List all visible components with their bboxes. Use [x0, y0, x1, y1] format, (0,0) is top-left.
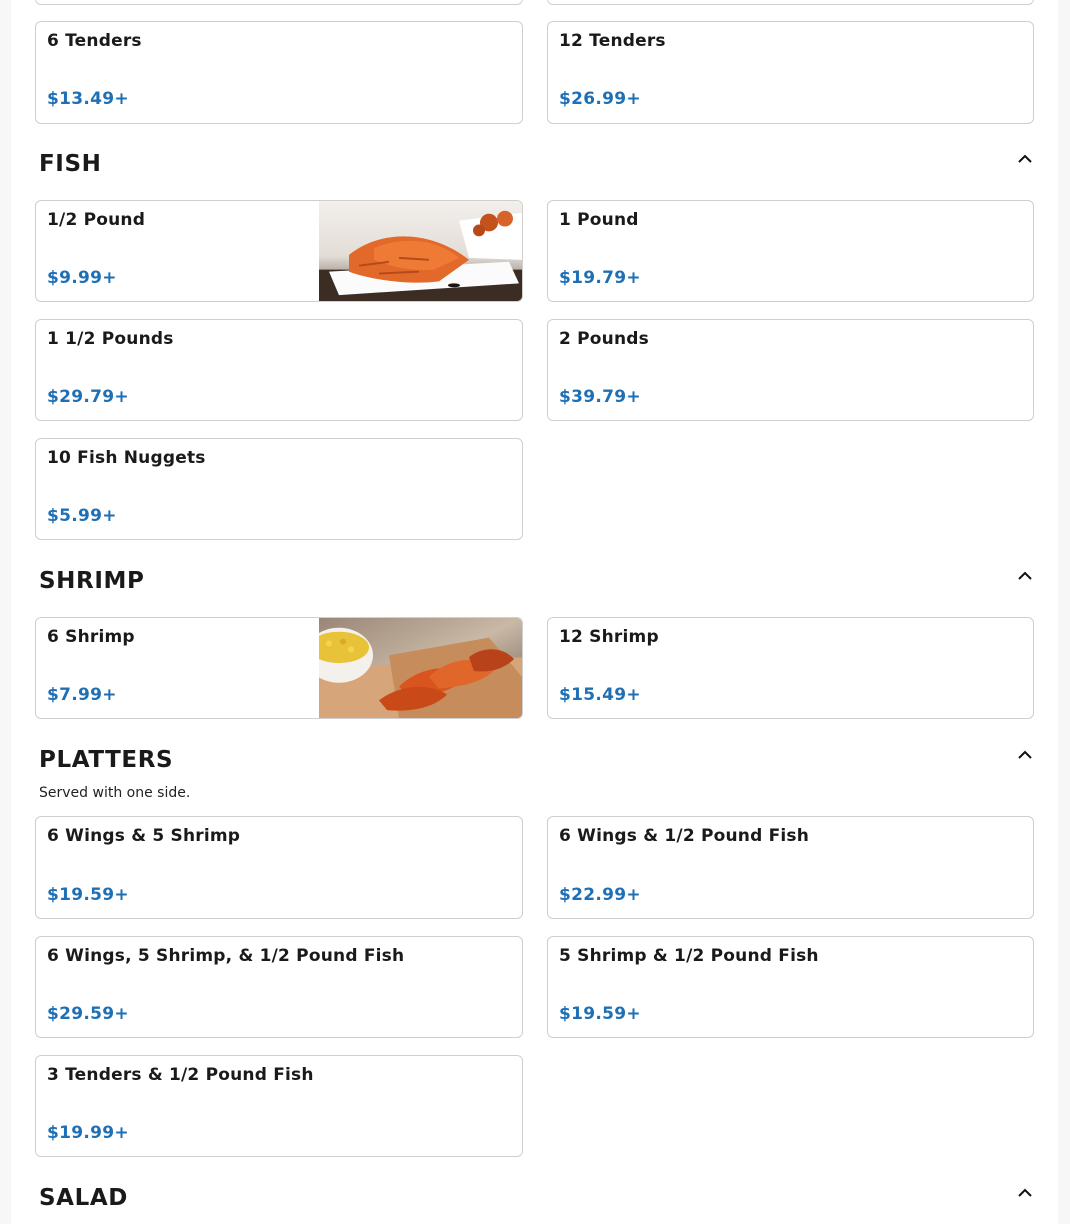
menu-item-6-wings-5-shrimp[interactable]: 6 Wings & 5 Shrimp $19.59+ — [35, 816, 523, 919]
menu-item-name: 1 Pound — [559, 210, 639, 230]
menu-item-name: 2 Pounds — [559, 329, 649, 349]
menu-item-name: 10 Fish Nuggets — [47, 448, 206, 468]
chevron-up-icon[interactable] — [1015, 151, 1035, 165]
menu-item-name: 6 Tenders — [47, 31, 142, 51]
menu-item-price: $22.99+ — [559, 885, 641, 905]
menu-item-12-shrimp[interactable]: 12 Shrimp $15.49+ — [547, 617, 1034, 719]
menu-item-price: $5.99+ — [47, 506, 117, 526]
fried-fish-photo — [319, 201, 522, 301]
section-title-platters: PLATTERS — [39, 747, 174, 773]
menu-item-price: $29.79+ — [47, 387, 129, 407]
menu-item-price: $9.99+ — [47, 268, 117, 288]
menu-item-price: $39.79+ — [559, 387, 641, 407]
menu-page — [11, 0, 1058, 1224]
menu-item-name: 6 Shrimp — [47, 627, 135, 647]
menu-item-6-tenders[interactable]: 6 Tenders $13.49+ — [35, 21, 523, 124]
section-title-fish: FISH — [39, 151, 102, 177]
menu-item-name: 6 Wings & 5 Shrimp — [47, 826, 241, 846]
section-title-salad: SALAD — [39, 1185, 128, 1211]
chevron-up-icon[interactable] — [1015, 747, 1035, 761]
menu-item-1-half-pounds-fish[interactable]: 1 1/2 Pounds $29.79+ — [35, 319, 523, 421]
fried-shrimp-photo — [319, 618, 522, 718]
menu-item-price: $19.99+ — [47, 1123, 129, 1143]
menu-item-6-wings-5-shrimp-half-pound-fish[interactable]: 6 Wings, 5 Shrimp, & 1/2 Pound Fish $29.… — [35, 936, 523, 1038]
menu-item-1-pound-fish[interactable]: 1 Pound $19.79+ — [547, 200, 1034, 302]
menu-item-name: 12 Shrimp — [559, 627, 659, 647]
menu-item-10-fish-nuggets[interactable]: 10 Fish Nuggets $5.99+ — [35, 438, 523, 540]
menu-item-name: 1 1/2 Pounds — [47, 329, 174, 349]
menu-item-card-cutoff[interactable] — [35, 0, 523, 5]
menu-item-price: $19.59+ — [47, 885, 129, 905]
menu-item-half-pound-fish[interactable]: 1/2 Pound $9.99+ — [35, 200, 523, 302]
menu-item-price: $19.79+ — [559, 268, 641, 288]
section-title-shrimp: SHRIMP — [39, 568, 145, 594]
menu-item-price: $19.59+ — [559, 1004, 641, 1024]
menu-item-name: 6 Wings & 1/2 Pound Fish — [559, 826, 810, 846]
menu-item-2-pounds-fish[interactable]: 2 Pounds $39.79+ — [547, 319, 1034, 421]
menu-item-name: 3 Tenders & 1/2 Pound Fish — [47, 1065, 314, 1085]
section-description: Served with one side. — [39, 785, 191, 801]
menu-item-name: 6 Wings, 5 Shrimp, & 1/2 Pound Fish — [47, 946, 405, 966]
menu-item-name: 1/2 Pound — [47, 210, 146, 230]
menu-item-card-cutoff[interactable] — [547, 0, 1034, 5]
menu-item-price: $29.59+ — [47, 1004, 129, 1024]
menu-item-name: 12 Tenders — [559, 31, 666, 51]
menu-item-name: 5 Shrimp & 1/2 Pound Fish — [559, 946, 819, 966]
menu-item-3-tenders-half-pound-fish[interactable]: 3 Tenders & 1/2 Pound Fish $19.99+ — [35, 1055, 523, 1157]
menu-item-price: $26.99+ — [559, 89, 641, 109]
chevron-up-icon[interactable] — [1015, 568, 1035, 582]
menu-item-price: $13.49+ — [47, 89, 129, 109]
chevron-up-icon[interactable] — [1015, 1185, 1035, 1199]
menu-item-12-tenders[interactable]: 12 Tenders $26.99+ — [547, 21, 1034, 124]
menu-item-5-shrimp-half-pound-fish[interactable]: 5 Shrimp & 1/2 Pound Fish $19.59+ — [547, 936, 1034, 1038]
menu-item-price: $7.99+ — [47, 685, 117, 705]
menu-item-price: $15.49+ — [559, 685, 641, 705]
menu-item-6-shrimp[interactable]: 6 Shrimp $7.99+ — [35, 617, 523, 719]
menu-item-6-wings-half-pound-fish[interactable]: 6 Wings & 1/2 Pound Fish $22.99+ — [547, 816, 1034, 919]
